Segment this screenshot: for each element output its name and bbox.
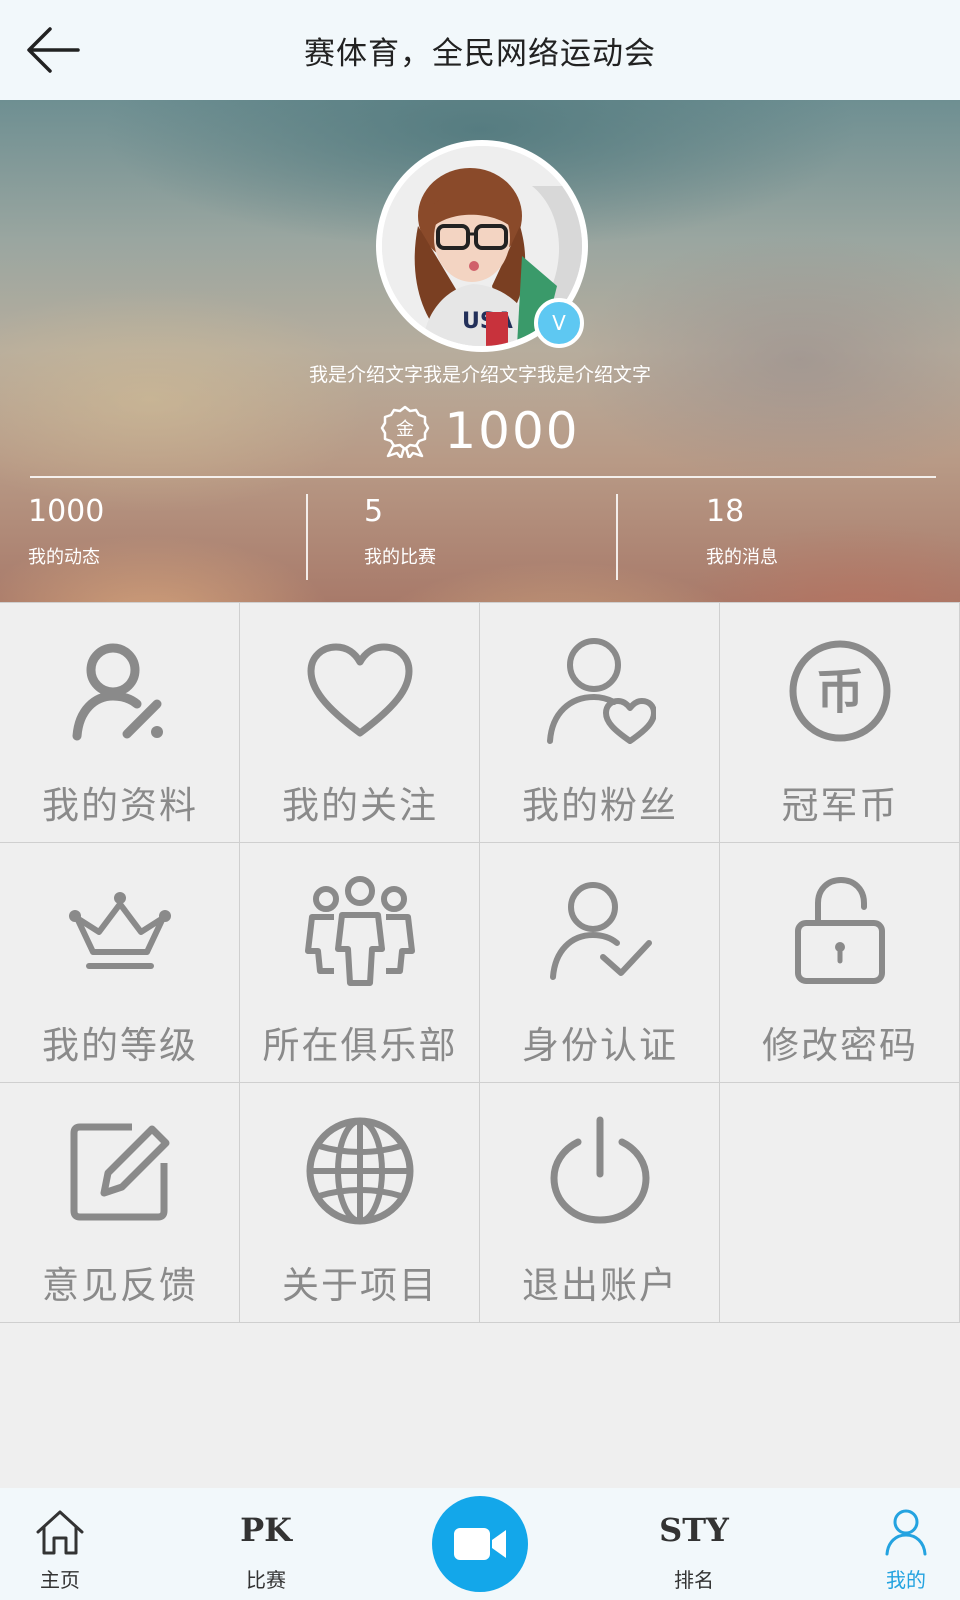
coins-value: 1000 [444,402,580,460]
pk-icon: PK [240,1511,292,1549]
menu-feedback[interactable]: 意见反馈 [0,1083,240,1323]
menu-my-fans[interactable]: 我的粉丝 [480,603,720,843]
menu-empty-cell [720,1083,960,1323]
menu-grid: 我的资料 我的关注 我的粉丝 币 冠军币 我的等级 所在俱乐部 身份认证 修改密… [0,602,960,1323]
menu-label: 我的资料 [42,784,198,827]
stat-label: 我的比赛 [364,547,436,568]
nav-label: 排名 [674,1568,714,1592]
sty-icon: STY [659,1511,729,1549]
home-icon [36,1510,84,1555]
stat-my-matches[interactable]: 5 我的比赛 [364,494,436,580]
coin-icon: 币 [789,640,891,742]
stat-my-posts[interactable]: 1000 我的动态 [28,494,104,580]
crown-icon [69,892,171,969]
profile-banner: USA V 我是介绍文字我是介绍文字我是介绍文字 金 1000 1000 我的动… [0,100,960,602]
record-video-button[interactable] [432,1496,528,1592]
menu-label: 关于项目 [282,1264,438,1307]
menu-label: 身份认证 [522,1024,678,1067]
verified-badge: V [534,298,584,348]
group-icon [305,876,415,986]
profile-intro: 我是介绍文字我是介绍文字我是介绍文字 [308,364,651,386]
stat-value: 18 [706,494,745,529]
menu-label: 我的等级 [42,1024,198,1067]
menu-label: 意见反馈 [42,1264,198,1307]
user-heart-icon [547,638,656,744]
nav-label: 比赛 [246,1568,286,1592]
video-camera-icon [454,1528,506,1560]
menu-label: 冠军币 [781,784,899,827]
menu-label: 我的关注 [282,784,438,827]
back-button[interactable] [22,20,82,80]
menu-logout[interactable]: 退出账户 [480,1083,720,1323]
stat-label: 我的动态 [28,547,100,568]
banner-divider [30,476,936,478]
user-edit-icon [72,643,163,741]
menu-label: 我的粉丝 [522,784,678,827]
stat-my-messages[interactable]: 18 我的消息 [706,494,778,580]
stat-divider [616,494,618,580]
stat-value: 5 [364,494,384,529]
nav-home[interactable]: 主页 [0,1488,120,1600]
menu-identity-verification[interactable]: 身份认证 [480,843,720,1083]
nav-mine[interactable]: 我的 [846,1488,960,1600]
menu-label: 修改密码 [762,1024,918,1067]
nav-ranking[interactable]: STY 排名 [634,1488,754,1600]
power-icon [550,1116,650,1224]
nav-label: 主页 [40,1568,80,1592]
menu-champion-coins[interactable]: 币 冠军币 [720,603,960,843]
stat-label: 我的消息 [706,547,778,568]
top-bar: 赛体育，全民网络运动会 [0,0,960,100]
menu-about[interactable]: 关于项目 [240,1083,480,1323]
menu-label: 所在俱乐部 [262,1024,458,1067]
globe-icon [306,1117,414,1225]
menu-my-following[interactable]: 我的关注 [240,603,480,843]
svg-text:币: 币 [816,664,864,720]
menu-my-profile[interactable]: 我的资料 [0,603,240,843]
unlock-icon [795,876,885,984]
menu-my-club[interactable]: 所在俱乐部 [240,843,480,1083]
stat-divider [306,494,308,580]
menu-my-level[interactable]: 我的等级 [0,843,240,1083]
menu-label: 退出账户 [522,1264,678,1307]
user-icon [885,1509,927,1556]
menu-change-password[interactable]: 修改密码 [720,843,960,1083]
gold-coins: 金 1000 [0,396,960,466]
heart-icon [307,643,413,737]
page-title: 赛体育，全民网络运动会 [304,35,656,72]
nav-matches[interactable]: PK 比赛 [206,1488,326,1600]
arrow-left-icon [27,27,80,73]
nav-label: 我的 [886,1568,926,1592]
stat-value: 1000 [28,494,105,529]
gold-medal-icon: 金 [381,405,430,458]
user-check-icon [550,882,652,980]
edit-icon [70,1123,170,1221]
svg-text:金: 金 [396,419,414,440]
